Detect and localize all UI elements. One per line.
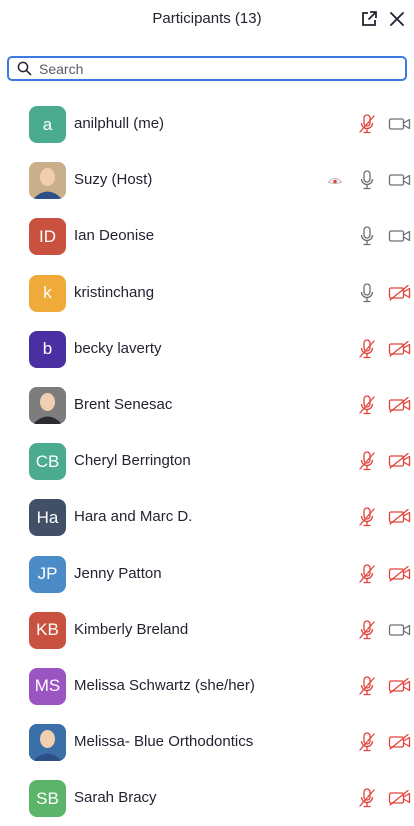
search-input[interactable] — [39, 59, 389, 78]
avatar: ID — [29, 218, 66, 256]
participant-name: Brent Senesac — [74, 395, 173, 413]
participant-row[interactable]: Brent Senesac — [0, 377, 414, 433]
participant-row[interactable]: MS Melissa Schwartz (she/her) — [0, 658, 414, 714]
close-icon[interactable] — [388, 10, 406, 28]
participant-row[interactable]: Melissa- Blue Orthodontics — [0, 714, 414, 770]
video-off-icon[interactable] — [388, 565, 412, 583]
recording-icon — [327, 178, 343, 185]
video-off-icon[interactable] — [388, 284, 412, 302]
video-off-icon[interactable] — [388, 508, 412, 526]
participant-name: Hara and Marc D. — [74, 508, 193, 526]
participant-name: Kimberly Breland — [74, 620, 189, 638]
pop-out-icon[interactable] — [360, 10, 378, 28]
video-icon[interactable] — [388, 227, 412, 245]
mic-muted-icon[interactable] — [357, 113, 377, 135]
avatar — [29, 162, 66, 200]
participant-row[interactable]: k kristinchang — [0, 265, 414, 321]
video-icon[interactable] — [388, 171, 412, 189]
participant-row[interactable]: SB Sarah Bracy — [0, 770, 414, 826]
avatar-photo — [29, 386, 66, 424]
mic-muted-icon[interactable] — [357, 338, 377, 360]
avatar-initials: b — [42, 339, 53, 359]
video-icon[interactable] — [388, 621, 412, 639]
participant-row[interactable]: a anilphull (me) — [0, 96, 414, 152]
video-off-icon[interactable] — [388, 396, 412, 414]
avatar-photo — [29, 162, 66, 200]
avatar: k — [29, 274, 66, 312]
video-off-icon[interactable] — [388, 452, 412, 470]
avatar-initials: JP — [37, 564, 58, 583]
participant-name: Melissa- Blue Orthodontics — [74, 733, 254, 751]
mic-muted-icon[interactable] — [357, 450, 377, 472]
avatar-initials: Ha — [36, 507, 59, 527]
mic-muted-icon[interactable] — [357, 675, 377, 697]
video-off-icon[interactable] — [388, 677, 412, 695]
avatar — [29, 386, 66, 424]
avatar-initials: MS — [34, 676, 61, 696]
mic-icon[interactable] — [357, 225, 377, 247]
panel-header: Participants (13) — [0, 0, 414, 40]
avatar: KB — [29, 611, 66, 649]
mic-muted-icon[interactable] — [357, 394, 377, 416]
avatar: Ha — [29, 499, 66, 537]
avatar: MS — [29, 667, 66, 705]
avatar: b — [29, 330, 66, 368]
video-off-icon[interactable] — [388, 789, 412, 807]
mic-icon[interactable] — [357, 282, 377, 304]
avatar-initials: a — [42, 114, 53, 134]
mic-muted-icon[interactable] — [357, 506, 377, 528]
participant-name: Sarah Bracy — [74, 789, 157, 807]
participant-row[interactable]: ID Ian Deonise — [0, 208, 414, 264]
mic-muted-icon[interactable] — [357, 563, 377, 585]
avatar-initials: SB — [36, 788, 59, 808]
mic-muted-icon[interactable] — [357, 787, 377, 809]
participant-name: anilphull (me) — [74, 115, 165, 132]
participant-row[interactable]: b becky laverty — [0, 321, 414, 377]
participant-row[interactable]: JP Jenny Patton — [0, 546, 414, 602]
participant-name: kristinchang — [74, 283, 155, 301]
panel-title: Participants (13) — [152, 10, 262, 27]
avatar-initials: KB — [36, 620, 59, 640]
search-box[interactable] — [7, 56, 407, 81]
avatar — [29, 724, 66, 762]
avatar-initials: k — [43, 283, 52, 303]
video-off-icon[interactable] — [388, 340, 412, 358]
participant-row[interactable]: KB Kimberly Breland — [0, 602, 414, 658]
avatar: JP — [29, 555, 66, 593]
avatar-photo — [29, 724, 66, 762]
mic-muted-icon[interactable] — [357, 731, 377, 753]
mic-icon[interactable] — [357, 169, 377, 191]
avatar: SB — [29, 780, 66, 818]
participant-row[interactable]: Ha Hara and Marc D. — [0, 489, 414, 545]
video-icon[interactable] — [388, 115, 412, 133]
avatar: CB — [29, 443, 66, 481]
video-off-icon[interactable] — [388, 733, 412, 751]
participant-name: Ian Deonise — [74, 227, 155, 245]
participant-name: Melissa Schwartz (she/her) — [74, 676, 255, 694]
participant-name: Suzy (Host) — [74, 171, 153, 189]
participant-row[interactable]: CB Cheryl Berrington — [0, 433, 414, 489]
participant-row[interactable]: Suzy (Host) — [0, 152, 414, 208]
participant-list: a anilphull (me) Suzy (Host) ID Ian Deonis… — [0, 96, 414, 826]
participant-name: Jenny Patton — [74, 564, 162, 582]
mic-muted-icon[interactable] — [357, 619, 377, 641]
participant-name: Cheryl Berrington — [74, 452, 191, 470]
avatar: a — [29, 106, 66, 143]
participant-name: becky laverty — [74, 339, 162, 357]
avatar-initials: CB — [35, 451, 60, 471]
search-icon — [17, 61, 32, 76]
avatar-initials: ID — [39, 226, 56, 246]
